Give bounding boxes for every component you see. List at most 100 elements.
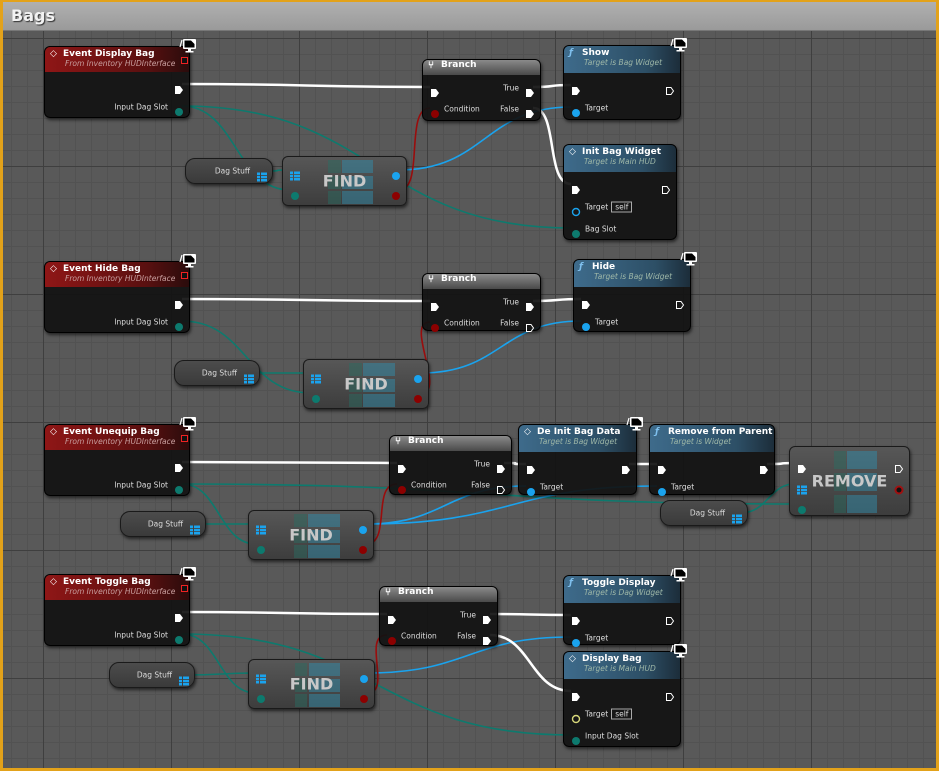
variable-node-v5[interactable]: Dag Stuff xyxy=(109,662,195,688)
struct-pin[interactable] xyxy=(797,500,807,514)
delegate-pin[interactable] xyxy=(181,435,188,442)
variable-node-v1[interactable]: Dag Stuff xyxy=(185,158,273,184)
func-node-init-bag-widget[interactable]: ◇ Init Bag Widget Target is Main HUD Target… xyxy=(563,144,677,240)
exec-pin[interactable] xyxy=(665,81,675,95)
input-dag-slot-struct-pin[interactable] xyxy=(174,102,184,116)
macro-label: REMOVE xyxy=(811,471,888,491)
target-object-pin[interactable] xyxy=(581,317,591,331)
exec-pin[interactable] xyxy=(581,295,591,309)
false-exec-pin[interactable] xyxy=(496,480,506,494)
branch-node-branch[interactable]: ⑂ Branch True Condition False xyxy=(389,435,512,495)
func-node-hide[interactable]: ƒ Hide Target is Bag Widget Target xyxy=(573,252,697,332)
true-exec-pin[interactable] xyxy=(496,459,506,473)
macro-node-f[interactable]: FIND xyxy=(248,659,375,709)
exec-pin[interactable] xyxy=(387,610,397,624)
target-self-target-pin[interactable] xyxy=(571,709,581,724)
event-node-event-toggle-bag[interactable]: ◇ Event Toggle Bag From Inventory HUDInter… xyxy=(44,567,196,646)
macro-node-f[interactable]: FIND xyxy=(282,156,407,206)
target-self-target-pin[interactable] xyxy=(571,202,581,217)
target-object-pin[interactable] xyxy=(571,633,581,647)
array-pin[interactable] xyxy=(257,167,267,182)
exec-pin[interactable] xyxy=(661,180,671,194)
branch-node-branch[interactable]: ⑂ Branch True Condition False xyxy=(379,586,498,646)
exec-pin[interactable] xyxy=(430,83,440,97)
func-node-de-init-bag-data[interactable]: ◇ De Init Bag Data Target is Bag Widget Tar… xyxy=(518,417,643,496)
delegate-pin[interactable] xyxy=(181,57,188,64)
exec-pin[interactable] xyxy=(665,611,675,625)
self-value-field[interactable]: self xyxy=(611,708,633,720)
target-object-pin[interactable] xyxy=(571,103,581,117)
exec-pin[interactable] xyxy=(797,459,807,473)
target-object-pin[interactable] xyxy=(657,482,667,496)
true-exec-pin[interactable] xyxy=(482,610,492,624)
exec-pin[interactable] xyxy=(174,80,184,94)
function-icon: ƒ xyxy=(569,578,573,588)
graph-canvas[interactable] xyxy=(3,31,936,768)
func-node-remove-from-parent[interactable]: ƒ Remove from Parent Target is Widget Targe… xyxy=(649,424,775,496)
self-value-field[interactable]: self xyxy=(611,201,633,213)
event-node-event-unequip-bag[interactable]: ◇ Event Unequip Bag From Inventory HUDInte… xyxy=(44,417,196,496)
branch-node-branch[interactable]: ⑂ Branch True Condition False xyxy=(422,273,541,332)
function-icon: ƒ xyxy=(569,48,573,58)
false-exec-pin[interactable] xyxy=(482,631,492,645)
node-header: ⑂ Branch xyxy=(423,274,540,289)
node-header: ◇ Display Bag Target is Main HUD xyxy=(564,652,680,679)
macro-label: FIND xyxy=(344,374,388,394)
variable-node-v2[interactable]: Dag Stuff xyxy=(174,360,260,386)
exec-pin[interactable] xyxy=(657,460,667,474)
condition-bool-pin[interactable] xyxy=(430,104,440,118)
condition-bool-pin[interactable] xyxy=(430,318,440,332)
exec-pin[interactable] xyxy=(571,81,581,95)
exec-pin[interactable] xyxy=(894,459,904,473)
exec-pin[interactable] xyxy=(675,295,685,309)
array-pin[interactable] xyxy=(179,671,189,686)
exec-pin[interactable] xyxy=(571,180,581,194)
array-pin[interactable] xyxy=(732,509,742,524)
exec-pin[interactable] xyxy=(174,458,184,472)
exec-pin[interactable] xyxy=(571,611,581,625)
bag-slot-struct-pin[interactable] xyxy=(571,224,581,238)
pin-label: True xyxy=(503,83,519,93)
exec-pin[interactable] xyxy=(174,295,184,309)
exec-pin[interactable] xyxy=(397,459,407,473)
exec-pin[interactable] xyxy=(526,460,536,474)
func-node-show[interactable]: ƒ Show Target is Bag Widget Target xyxy=(563,38,687,120)
delegate-pin[interactable] xyxy=(181,585,188,592)
input-dag-slot-struct-pin[interactable] xyxy=(174,480,184,494)
exec-pin[interactable] xyxy=(759,460,769,474)
true-exec-pin[interactable] xyxy=(525,83,535,97)
input-dag-slot-struct-pin[interactable] xyxy=(571,731,581,745)
macro-node-f[interactable]: FIND xyxy=(248,510,374,560)
exec-pin[interactable] xyxy=(571,687,581,701)
exec-pin[interactable] xyxy=(430,297,440,311)
false-exec-pin[interactable] xyxy=(525,104,535,118)
condition-bool-pin[interactable] xyxy=(397,480,407,494)
input-dag-slot-struct-pin[interactable] xyxy=(174,630,184,644)
array-pin[interactable] xyxy=(190,520,200,535)
node-title: De Init Bag Data xyxy=(537,427,621,437)
macro-node-rm[interactable]: REMOVE xyxy=(789,446,910,516)
target-object-pin[interactable] xyxy=(526,482,536,496)
false-exec-pin[interactable] xyxy=(525,318,535,332)
event-diamond-icon: ◇ xyxy=(50,427,57,437)
event-node-event-display-bag[interactable]: ◇ Event Display Bag From Inventory HUDInte… xyxy=(44,39,196,118)
exec-pin[interactable] xyxy=(665,687,675,701)
exec-pin[interactable] xyxy=(174,608,184,622)
branch-node-branch[interactable]: ⑂ Branch True Condition False xyxy=(422,59,541,121)
macro-label: FIND xyxy=(289,674,334,694)
variable-node-v3[interactable]: Dag Stuff xyxy=(120,511,206,537)
event-node-event-hide-bag[interactable]: ◇ Event Hide Bag From Inventory HUDInterfa… xyxy=(44,254,196,333)
func-node-toggle-display[interactable]: ƒ Toggle Display Target is Dag Widget Targe… xyxy=(563,568,687,647)
function-icon: ƒ xyxy=(655,427,659,437)
pin-label: True xyxy=(503,297,519,307)
true-exec-pin[interactable] xyxy=(525,297,535,311)
variable-node-v4[interactable]: Dag Stuff xyxy=(660,500,748,526)
macro-node-f[interactable]: FIND xyxy=(303,359,429,409)
input-dag-slot-struct-pin[interactable] xyxy=(174,317,184,331)
array-pin[interactable] xyxy=(244,369,254,384)
branch-icon: ⑂ xyxy=(428,60,434,71)
condition-bool-pin[interactable] xyxy=(387,631,397,645)
delegate-pin[interactable] xyxy=(181,272,188,279)
func-node-display-bag[interactable]: ◇ Display Bag Target is Main HUD Target self… xyxy=(563,644,687,747)
exec-pin[interactable] xyxy=(621,460,631,474)
